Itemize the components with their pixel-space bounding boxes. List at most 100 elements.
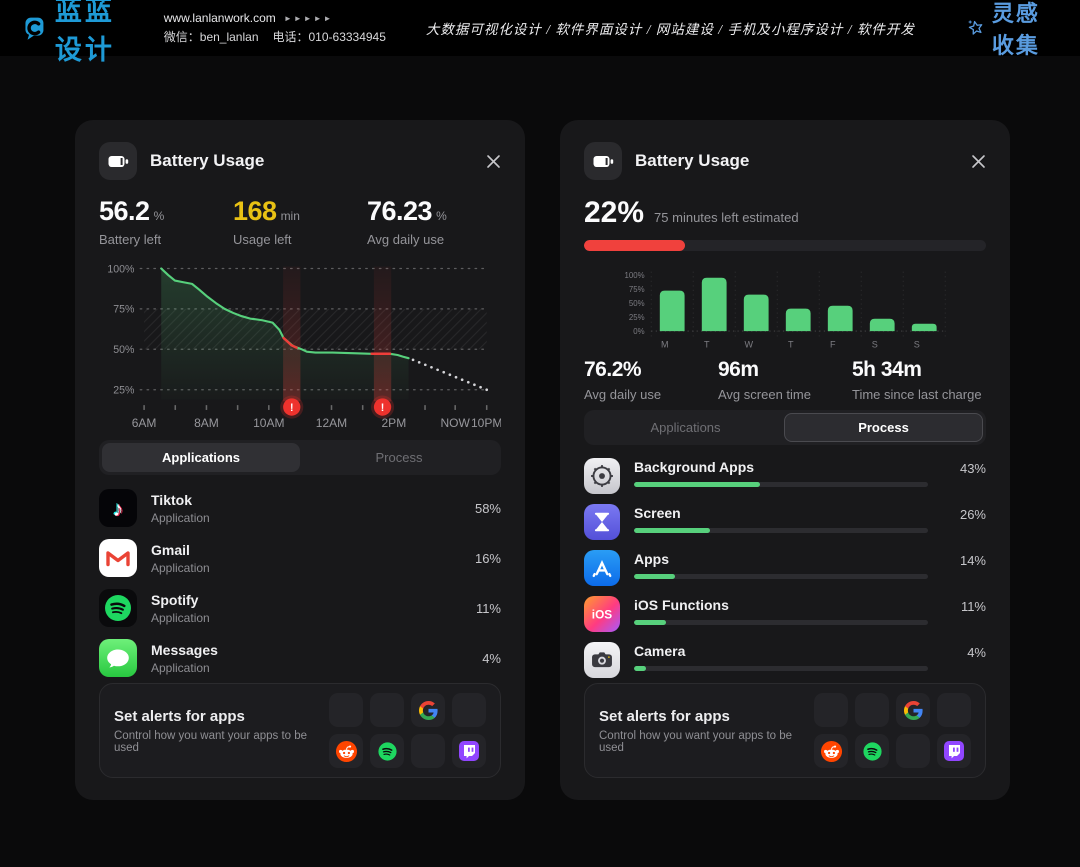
app-tile-grid — [814, 693, 971, 768]
stat-usage-left: 168min Usage left — [233, 196, 367, 247]
empty-tile[interactable] — [370, 693, 404, 727]
battery-line-chart: 100%75%50%25%6AM8AM10AM12AM2PMNOW10PM!! — [99, 255, 501, 434]
services-list: 大数据可视化设计 / 软件界面设计 / 网站建设 / 手机及小程序设计 / 软件… — [426, 18, 915, 38]
tiktok-icon: ♪ ♪ ♪ — [99, 489, 137, 527]
ios-icon: iOS — [584, 596, 620, 632]
battery-note: 75 minutes left estimated — [654, 210, 799, 225]
google-tile[interactable] — [411, 693, 445, 727]
twitch-tile[interactable] — [452, 734, 486, 768]
stat-unit: min — [281, 209, 300, 223]
svg-text:12AM: 12AM — [316, 416, 347, 430]
collect-label: 灵感收集 — [992, 0, 1058, 60]
warning-badge[interactable]: ! — [280, 396, 303, 419]
process-row-ios-functions[interactable]: iOS iOS Functions 11% — [584, 591, 986, 637]
set-alerts-panel[interactable]: Set alerts for apps Control how you want… — [584, 683, 986, 778]
reddit-tile[interactable] — [814, 734, 848, 768]
tab-bar: Applications Process — [99, 440, 501, 475]
spotify-icon — [99, 589, 137, 627]
settings-icon — [584, 458, 620, 494]
stat-avg-daily-use: 76.23% Avg daily use — [367, 196, 501, 247]
close-icon[interactable] — [486, 154, 501, 169]
google-tile[interactable] — [896, 693, 930, 727]
google-icon — [904, 701, 923, 720]
wechat-label: 微信：ben_lanlan — [164, 30, 259, 44]
process-row-background-apps[interactable]: Background Apps 43% — [584, 453, 986, 499]
process-name: Camera — [634, 643, 928, 659]
twitch-tile[interactable] — [937, 734, 971, 768]
svg-text:F: F — [830, 339, 836, 349]
empty-tile[interactable] — [937, 693, 971, 727]
stat-unit: % — [436, 209, 447, 223]
svg-text:25%: 25% — [113, 385, 135, 397]
empty-tile[interactable] — [452, 693, 486, 727]
messages-icon — [99, 639, 137, 677]
svg-text:S: S — [914, 339, 920, 349]
stat-label: Avg daily use — [584, 387, 718, 402]
twitch-icon — [458, 740, 480, 762]
process-row-camera[interactable]: Camera 4% — [584, 637, 986, 683]
svg-text:100%: 100% — [107, 263, 135, 275]
app-name: Spotify — [151, 592, 462, 608]
spotify-tile[interactable] — [855, 734, 889, 768]
set-alerts-panel[interactable]: Set alerts for apps Control how you want… — [99, 683, 501, 778]
process-name: Screen — [634, 505, 928, 521]
stat-value: 96m — [718, 358, 759, 381]
process-bar — [634, 528, 710, 533]
process-row-apps[interactable]: Apps 14% — [584, 545, 986, 591]
process-percent: 11% — [942, 596, 986, 614]
empty-tile[interactable] — [814, 693, 848, 727]
app-row-gmail[interactable]: Gmail Application 16% — [99, 533, 501, 583]
warning-badge[interactable]: ! — [371, 396, 394, 419]
stat-value: 56.2 — [99, 196, 150, 226]
page: 蓝蓝设计 www.lanlanwork.com►►►►► 微信：ben_lanl… — [0, 0, 1080, 867]
empty-tile[interactable] — [855, 693, 889, 727]
empty-tile[interactable] — [896, 734, 930, 768]
app-row-messages[interactable]: Messages Application 4% — [99, 633, 501, 683]
battery-usage-card-bars: Battery Usage 22% 75 minutes left estima… — [560, 120, 1010, 800]
phone-label: 电话：010-63334945 — [273, 30, 386, 44]
app-row-spotify[interactable]: Spotify Application 11% — [99, 583, 501, 633]
process-bar — [634, 620, 666, 625]
process-bar — [634, 574, 675, 579]
spotify-tile[interactable] — [370, 734, 404, 768]
app-percent: 58% — [475, 501, 501, 516]
twitch-icon — [943, 740, 965, 762]
svg-text:50%: 50% — [113, 344, 135, 356]
spotify-icon — [376, 740, 399, 763]
stat-label: Avg screen time — [718, 387, 852, 402]
tab-applications[interactable]: Applications — [587, 413, 784, 442]
website-link[interactable]: www.lanlanwork.com — [164, 11, 276, 25]
svg-text:6AM: 6AM — [132, 416, 157, 430]
close-icon[interactable] — [971, 154, 986, 169]
tab-process[interactable]: Process — [300, 443, 498, 472]
bar-F-4 — [828, 306, 853, 331]
tab-applications[interactable]: Applications — [102, 443, 300, 472]
stat-avg-screen-time: 96m Avg screen time — [718, 358, 852, 402]
stat-avg-daily-use: 76.2% Avg daily use — [584, 358, 718, 402]
bar-T-3 — [786, 308, 811, 330]
battery-icon — [99, 142, 137, 180]
svg-text:25%: 25% — [629, 313, 645, 322]
empty-tile[interactable] — [411, 734, 445, 768]
stat-value: 76.23 — [367, 196, 432, 226]
app-row-tiktok[interactable]: ♪ ♪ ♪ Tiktok Application 58% — [99, 483, 501, 533]
process-row-screen[interactable]: Screen 26% — [584, 499, 986, 545]
bar-M-0 — [660, 290, 685, 330]
svg-text:♪: ♪ — [113, 498, 124, 521]
lanlan-logo-icon — [22, 10, 47, 46]
app-type: Application — [151, 511, 461, 525]
logo[interactable]: 蓝蓝设计 — [22, 0, 138, 67]
svg-text:S: S — [872, 339, 878, 349]
svg-text:50%: 50% — [629, 299, 645, 308]
tab-process[interactable]: Process — [784, 413, 983, 442]
process-bar — [634, 482, 760, 487]
process-percent: 43% — [942, 458, 986, 476]
svg-text:75%: 75% — [113, 304, 135, 316]
stat-value: 168 — [233, 196, 277, 226]
stat-battery-left: 56.2% Battery left — [99, 196, 233, 247]
star-icon — [967, 15, 985, 41]
reddit-tile[interactable] — [329, 734, 363, 768]
svg-text:8AM: 8AM — [194, 416, 219, 430]
empty-tile[interactable] — [329, 693, 363, 727]
inspiration-collect[interactable]: 灵感收集 — [967, 0, 1058, 60]
